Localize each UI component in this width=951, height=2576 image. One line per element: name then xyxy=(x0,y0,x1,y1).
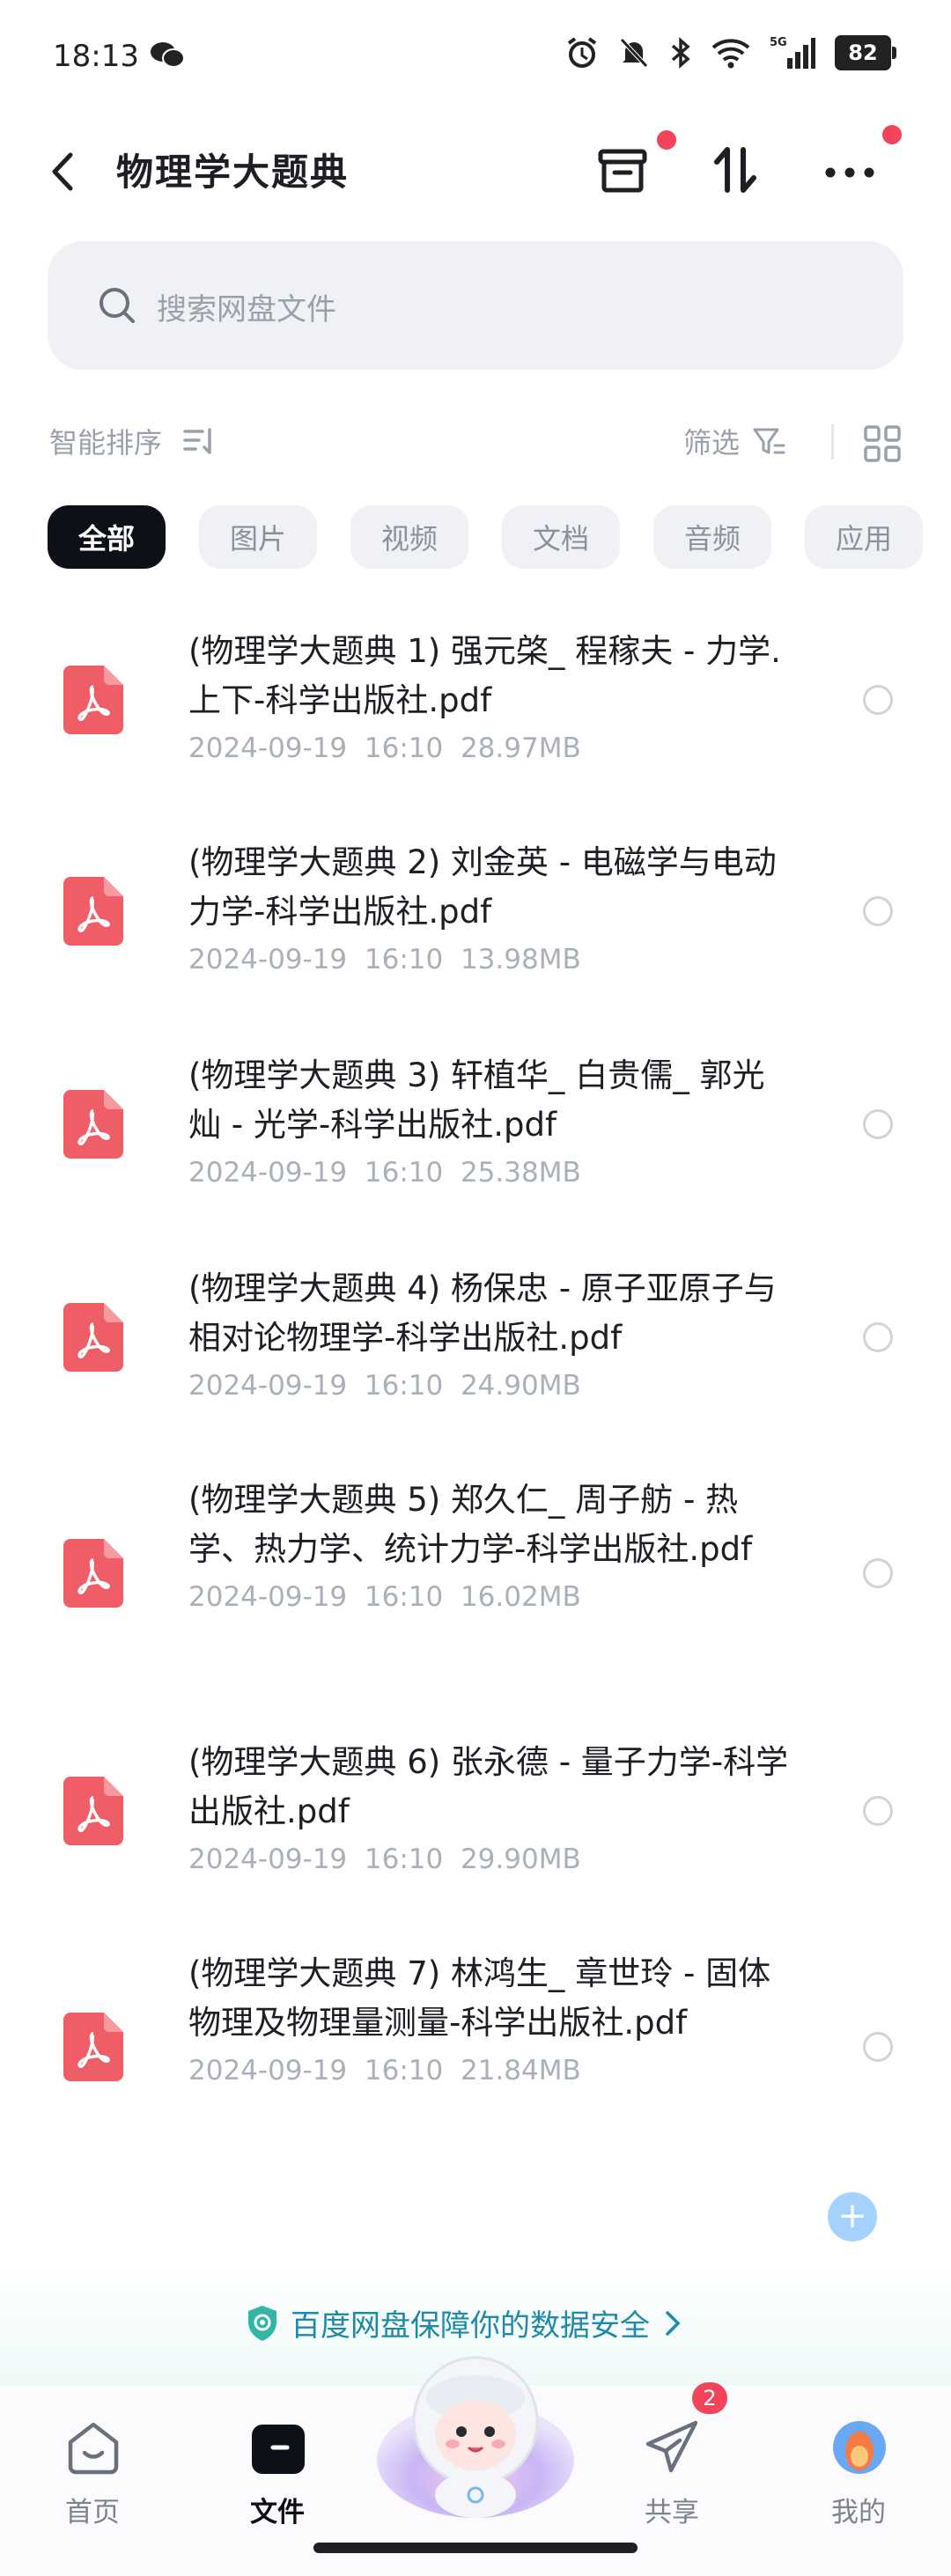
nav-share-label: 共享 xyxy=(645,2497,699,2528)
battery-indicator: 82 xyxy=(835,35,896,70)
select-checkbox[interactable] xyxy=(863,1109,893,1139)
grid-view-icon[interactable] xyxy=(863,424,902,463)
search-bar[interactable]: 搜索网盘文件 xyxy=(48,241,903,370)
pdf-file-icon xyxy=(63,666,123,734)
home-icon xyxy=(68,2422,119,2475)
file-meta: 2024-09-19 16:10 21.84MB xyxy=(188,2055,581,2087)
pdf-file-icon xyxy=(63,1777,123,1845)
file-name: (物理学大题典 3) 轩植华_ 白贵儒_ 郭光灿 - 光学-科学出版社.pdf xyxy=(188,1056,765,1144)
file-row[interactable]: (物理学大题典 1) 强元棨_ 程稼夫 - 力学. 上下-科学出版社.pdf 2… xyxy=(0,607,951,821)
file-row[interactable]: (物理学大题典 6) 张永德 - 量子力学-科学出版社.pdf 2024-09-… xyxy=(0,1720,951,1933)
select-checkbox[interactable] xyxy=(863,1796,893,1826)
mute-bell-icon xyxy=(620,38,648,68)
nav-me-label: 我的 xyxy=(831,2497,886,2528)
status-icons: 5G 82 xyxy=(565,35,896,70)
file-row[interactable]: (物理学大题典 7) 林鸿生_ 章世玲 - 固体物理及物理量测量-科学出版社.p… xyxy=(0,1933,951,2194)
tab-documents[interactable]: 文档 xyxy=(502,505,620,569)
category-tabs: 全部 图片 视频 文档 音频 应用 xyxy=(48,505,923,569)
pdf-file-icon xyxy=(63,2013,123,2081)
pdf-file-icon xyxy=(63,1303,123,1372)
file-row[interactable]: (物理学大题典 5) 郑久仁_ 周子舫 - 热学、热力学、统计力学-科学出版社.… xyxy=(0,1460,951,1720)
pdf-file-icon xyxy=(63,1539,123,1608)
tab-apps[interactable]: 应用 xyxy=(805,505,923,569)
signal-icon: 5G xyxy=(770,36,815,69)
sort-filter-bar: 智能排序 筛选 xyxy=(0,414,951,467)
select-checkbox[interactable] xyxy=(863,896,893,926)
plus-icon: + xyxy=(837,2196,867,2236)
file-name: (物理学大题典 4) 杨保忠 - 原子亚原子与相对论物理学-科学出版社.pdf xyxy=(188,1270,777,1357)
sort-icon[interactable] xyxy=(183,426,218,458)
file-meta: 2024-09-19 16:10 13.98MB xyxy=(188,944,581,975)
tab-videos[interactable]: 视频 xyxy=(350,505,468,569)
file-meta: 2024-09-19 16:10 28.97MB xyxy=(188,732,581,764)
sort-button[interactable]: 智能排序 xyxy=(49,421,162,461)
nav-files-label: 文件 xyxy=(250,2497,305,2528)
select-checkbox[interactable] xyxy=(863,685,893,715)
file-name: (物理学大题典 6) 张永德 - 量子力学-科学出版社.pdf xyxy=(188,1743,789,1830)
filter-button[interactable]: 筛选 xyxy=(683,421,740,461)
chevron-right-icon xyxy=(666,2310,681,2336)
tab-images[interactable]: 图片 xyxy=(199,505,317,569)
select-checkbox[interactable] xyxy=(863,1558,893,1588)
file-list: (物理学大题典 1) 强元棨_ 程稼夫 - 力学. 上下-科学出版社.pdf 2… xyxy=(0,607,951,2194)
file-meta: 2024-09-19 16:10 29.90MB xyxy=(188,1844,581,1875)
archive-icon[interactable] xyxy=(592,139,653,201)
shield-icon xyxy=(248,2305,276,2341)
add-button[interactable]: + xyxy=(828,2192,877,2241)
notification-dot xyxy=(882,125,902,144)
notification-dot xyxy=(657,130,676,150)
status-time: 18:13 xyxy=(53,39,139,74)
share-badge: 2 xyxy=(692,2382,727,2414)
file-row[interactable]: (物理学大题典 4) 杨保忠 - 原子亚原子与相对论物理学-科学出版社.pdf … xyxy=(0,1247,951,1460)
home-indicator xyxy=(313,2543,638,2553)
file-name: (物理学大题典 1) 强元棨_ 程稼夫 - 力学. 上下-科学出版社.pdf xyxy=(188,632,781,719)
file-name: (物理学大题典 2) 刘金英 - 电磁学与电动力学-科学出版社.pdf xyxy=(188,843,777,931)
file-name: (物理学大题典 5) 郑久仁_ 周子舫 - 热学、热力学、统计力学-科学出版社.… xyxy=(188,1481,753,1568)
select-checkbox[interactable] xyxy=(863,1322,893,1352)
file-meta: 2024-09-19 16:10 16.02MB xyxy=(188,1581,581,1613)
folder-icon xyxy=(252,2425,305,2474)
file-meta: 2024-09-19 16:10 25.38MB xyxy=(188,1157,581,1189)
search-input[interactable]: 搜索网盘文件 xyxy=(157,285,336,328)
select-checkbox[interactable] xyxy=(863,2032,893,2062)
status-bar: 18:13 5G 82 xyxy=(0,0,951,114)
search-icon xyxy=(100,288,135,323)
nav-home[interactable]: 首页 xyxy=(35,2409,150,2532)
network-label: 5G xyxy=(770,36,787,49)
back-arrow-icon[interactable] xyxy=(46,150,81,194)
transfer-sort-icon[interactable] xyxy=(704,139,766,201)
filter-icon[interactable] xyxy=(752,426,787,458)
header: 物理学大题典 xyxy=(0,123,951,220)
bluetooth-icon xyxy=(671,37,690,69)
nav-share[interactable]: 共享 xyxy=(615,2409,729,2532)
page-title: 物理学大题典 xyxy=(116,151,350,194)
alarm-icon xyxy=(567,37,597,68)
mascot-button[interactable] xyxy=(375,2337,576,2521)
avatar-icon xyxy=(833,2421,886,2474)
nav-home-label: 首页 xyxy=(65,2497,120,2528)
pdf-file-icon xyxy=(63,877,123,946)
pdf-file-icon xyxy=(63,1090,123,1159)
toolbar-divider xyxy=(831,424,834,460)
file-name: (物理学大题典 7) 林鸿生_ 章世玲 - 固体物理及物理量测量-科学出版社.p… xyxy=(188,1954,771,2042)
tab-all[interactable]: 全部 xyxy=(48,505,166,569)
file-row[interactable]: (物理学大题典 2) 刘金英 - 电磁学与电动力学-科学出版社.pdf 2024… xyxy=(0,821,951,1034)
wechat-icon xyxy=(151,42,185,68)
more-options-icon[interactable] xyxy=(819,139,881,201)
paper-plane-icon xyxy=(645,2420,698,2473)
file-meta: 2024-09-19 16:10 24.90MB xyxy=(188,1370,581,1402)
wifi-icon xyxy=(711,39,750,69)
file-row[interactable]: (物理学大题典 3) 轩植华_ 白贵儒_ 郭光灿 - 光学-科学出版社.pdf … xyxy=(0,1034,951,1247)
nav-me[interactable]: 我的 xyxy=(801,2409,916,2532)
tab-audio[interactable]: 音频 xyxy=(653,505,771,569)
nav-files[interactable]: 文件 xyxy=(220,2409,335,2532)
